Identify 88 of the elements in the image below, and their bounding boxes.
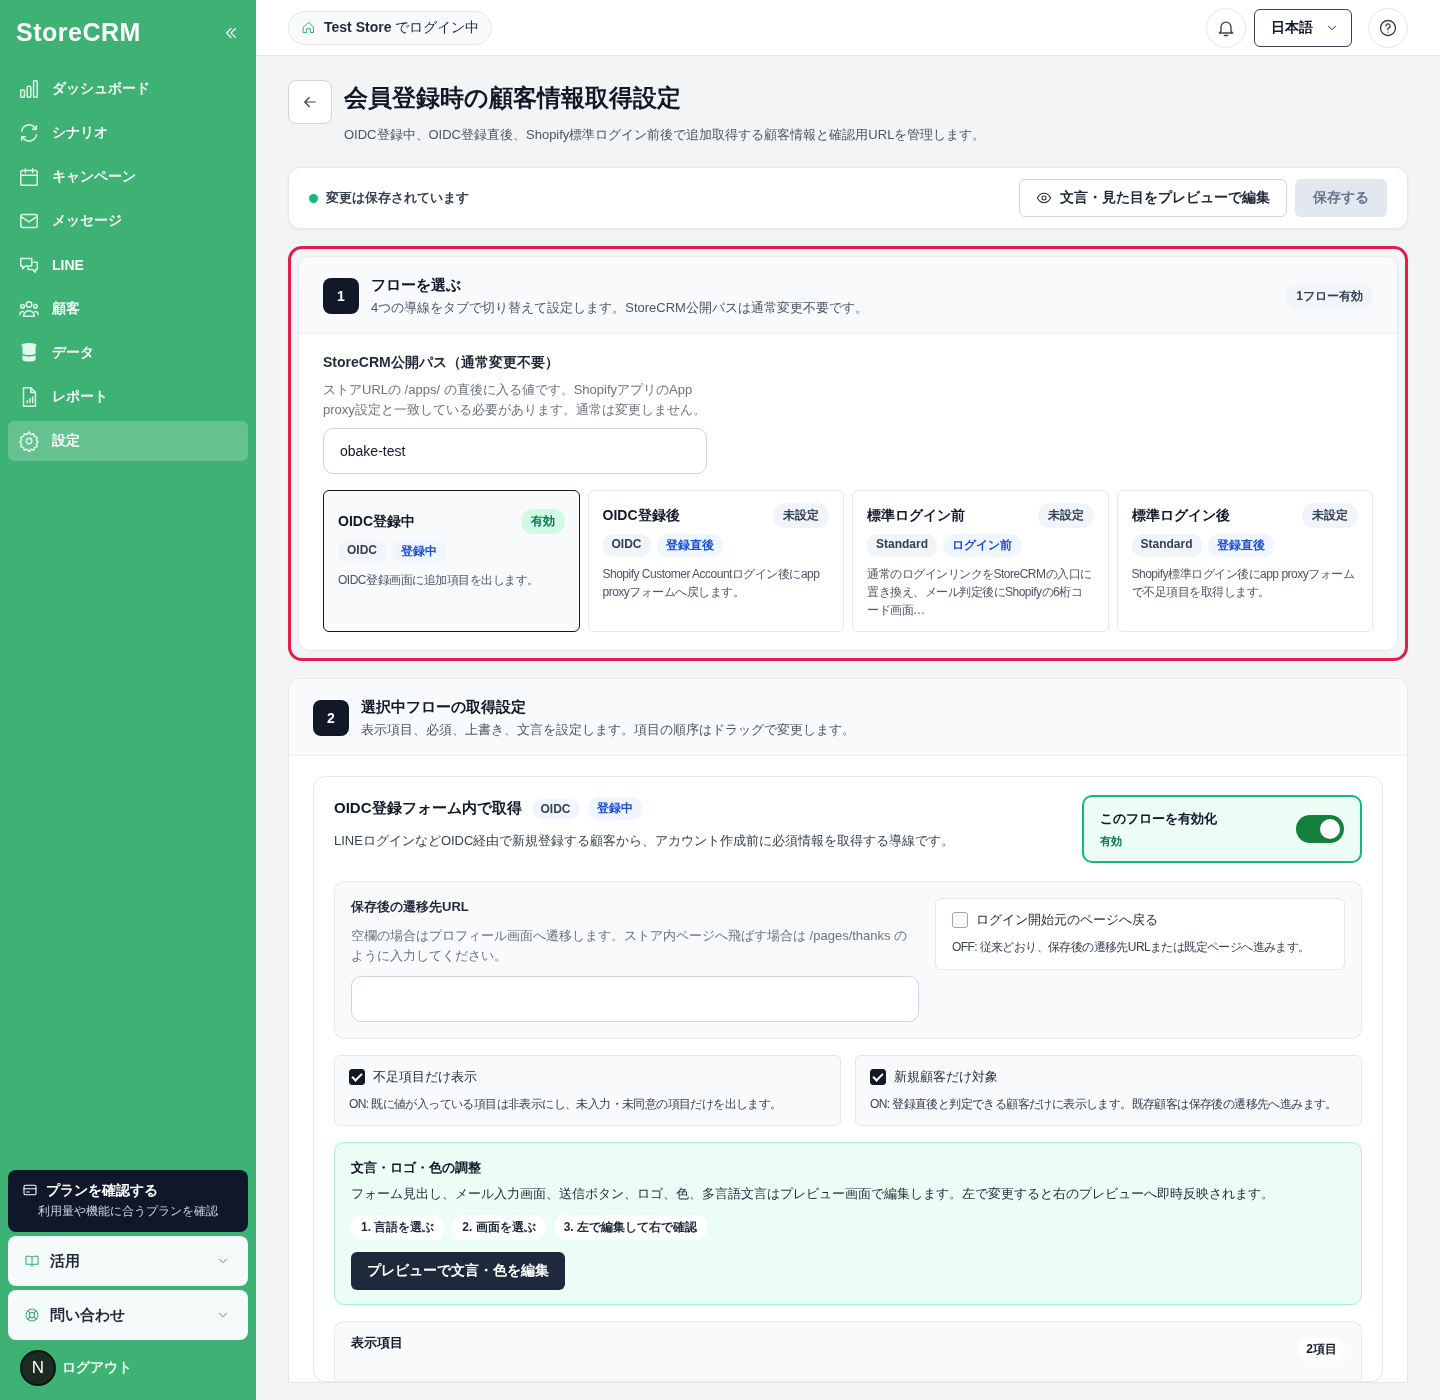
store-login-text: Test Store でログイン中 bbox=[324, 18, 480, 37]
checkbox[interactable] bbox=[952, 912, 968, 928]
flow-status-badge: 未設定 bbox=[1302, 503, 1358, 528]
refresh-icon bbox=[18, 122, 40, 144]
calendar-icon bbox=[18, 166, 40, 188]
flow-status-badge: 未設定 bbox=[1037, 503, 1094, 528]
panel-description: LINEログインなどOIDC経由で新規登録する顧客から、アカウント作成前に必須情報を取得する導線です。 bbox=[334, 832, 956, 850]
users-icon bbox=[18, 298, 40, 320]
panel-description: フォーム見出し、メール入力画面、送信ボタン、ロゴ、色、多言語文言はプレビュー画面で編集します。左で変更すると右のプレビューへ即時反映されます。 bbox=[351, 1185, 1275, 1203]
flow-title: OIDC登録後 bbox=[602, 506, 680, 525]
checkbox[interactable] bbox=[870, 1069, 886, 1085]
option-note: OFF: 従来どおり、保存後の遷移先URLまたは既定ページへ進みます。 bbox=[952, 939, 1311, 956]
step-number: 2 bbox=[313, 700, 349, 736]
toggle-switch[interactable] bbox=[1296, 815, 1344, 843]
toggle-state-text: 有効 bbox=[1100, 833, 1123, 849]
toggle-label: このフローを有効化 bbox=[1100, 809, 1217, 828]
flow-tab-card[interactable]: OIDC登録中 有効 OIDC 登録中 OIDC登録画面に追加項目を出します。 bbox=[323, 490, 580, 632]
tag: OIDC bbox=[602, 534, 651, 557]
book-icon bbox=[24, 1253, 40, 1269]
tag: OIDC bbox=[338, 540, 386, 563]
plan-subtitle: 利用量や機能に合うプランを確認 bbox=[38, 1203, 219, 1220]
flow-tab-card[interactable]: OIDC登録後 未設定 OIDC 登録直後 Shopify Customer Accountログイン後にapp proxyフォームへ戻します。 bbox=[587, 490, 844, 632]
public-path-input[interactable]: obake-test bbox=[323, 428, 707, 474]
status-badge: 1フロー有効 bbox=[1286, 283, 1373, 309]
tag: 登録直後 bbox=[656, 534, 723, 557]
checkbox-label: ログイン開始元のページへ戻る bbox=[976, 911, 1158, 929]
flow-status-badge: 有効 bbox=[520, 509, 565, 534]
user-avatar[interactable]: N bbox=[20, 1350, 56, 1386]
home-icon bbox=[301, 20, 316, 35]
checkbox-label: 不足項目だけ表示 bbox=[373, 1068, 477, 1086]
step-chip: 2. 画面を選ぶ bbox=[452, 1215, 546, 1240]
tag: 登録中 bbox=[587, 797, 642, 820]
flow-status-badge: 未設定 bbox=[773, 503, 829, 528]
preview-edit-button[interactable]: プレビューで文言・色を編集 bbox=[351, 1252, 565, 1290]
plan-card[interactable]: プランを確認する 利用量や機能に合うプランを確認 bbox=[8, 1170, 248, 1232]
panel-title: 表示項目 bbox=[351, 1334, 403, 1352]
field-label: 保存後の遷移先URL bbox=[351, 898, 470, 916]
section-title: フローを選ぶ bbox=[371, 275, 462, 295]
flow-title: OIDC登録中 bbox=[338, 512, 415, 531]
flow-tab-card[interactable]: 標準ログイン前 未設定 Standard ログイン前 通常のログインリンクをStoreCRMの入口に置き換え、メール判定後にShopifyの6桁コード画面… bbox=[852, 490, 1109, 632]
help-button[interactable] bbox=[1368, 7, 1408, 48]
accordion-button[interactable]: 活用 bbox=[8, 1236, 248, 1286]
tag: Standard bbox=[1131, 534, 1202, 557]
flow-description: OIDC登録画面に追加項目を出します。 bbox=[338, 572, 540, 589]
redirect-url-input[interactable] bbox=[351, 976, 919, 1022]
lifebuoy-icon bbox=[24, 1307, 40, 1323]
gear-icon bbox=[18, 430, 40, 452]
tag: OIDC bbox=[531, 798, 580, 819]
tag: ログイン前 bbox=[943, 534, 1021, 557]
step-chip: 3. 左で編集して右で確認 bbox=[553, 1215, 708, 1240]
flow-description: Shopify標準ログイン後にapp proxyフォームで不足項目を取得します。 bbox=[1131, 566, 1356, 601]
panel-title: 文言・ロゴ・色の調整 bbox=[351, 1159, 482, 1177]
option-note: ON: 登録直後と判定できる顧客だけに表示します。既存顧客は保存後の遷移先へ進みます。 bbox=[870, 1096, 1338, 1113]
checkbox[interactable] bbox=[349, 1069, 365, 1085]
tag: 登録直後 bbox=[1207, 534, 1274, 557]
panel-title: OIDC登録フォーム内で取得 bbox=[334, 799, 522, 818]
count-badge: 2項目 bbox=[1298, 1338, 1345, 1361]
page-subtitle: OIDC登録中、OIDC登録直後、Shopify標準ログイン前後で追加取得する顧客情報と確認用URLを管理します。 bbox=[344, 126, 987, 144]
section-subtitle: 表示項目、必須、上書き、文言を設定します。項目の順序はドラッグで変更します。 bbox=[361, 721, 856, 739]
section-title: 選択中フローの取得設定 bbox=[361, 697, 527, 717]
step-number: 1 bbox=[323, 278, 359, 314]
flow-description: Shopify Customer Accountログイン後にapp proxyフォームへ戻します。 bbox=[602, 566, 821, 601]
flow-title: 標準ログイン前 bbox=[867, 506, 965, 525]
accordion-button[interactable]: 問い合わせ bbox=[8, 1290, 248, 1340]
field-help-text: 空欄の場合はプロフィール画面へ遷移します。ストア内ページへ飛ばす場合は /pages/thanks のように入力してください。 bbox=[351, 927, 909, 965]
tag: 登録中 bbox=[392, 540, 446, 563]
field-label: StoreCRM公開パス（通常変更不要） bbox=[323, 354, 560, 372]
preview-edit-button[interactable]: 文言・見た目をプレビューで編集 bbox=[1019, 179, 1287, 217]
help-icon bbox=[1378, 17, 1398, 38]
option-note: ON: 既に値が入っている項目は非表示にし、未入力・未同意の項目だけを出します。 bbox=[349, 1096, 783, 1113]
language-select[interactable]: 日本語 bbox=[1254, 8, 1352, 47]
app-logo: StoreCRM bbox=[16, 18, 141, 47]
eye-icon bbox=[1036, 190, 1052, 206]
database-icon bbox=[18, 342, 40, 364]
notification-button[interactable] bbox=[1206, 7, 1246, 48]
page-title: 会員登録時の顧客情報取得設定 bbox=[344, 83, 682, 113]
flow-title: 標準ログイン後 bbox=[1131, 506, 1230, 525]
flow-tab-card[interactable]: 標準ログイン後 未設定 Standard 登録直後 Shopify標準ログイン後にapp proxyフォームで不足項目を取得します。 bbox=[1116, 490, 1373, 632]
card-icon bbox=[22, 1182, 38, 1198]
plan-title: プランを確認する bbox=[46, 1182, 159, 1200]
tag: Standard bbox=[867, 534, 937, 557]
save-status: 変更は保存されています bbox=[326, 189, 470, 207]
flow-description: 通常のログインリンクをStoreCRMの入口に置き換え、メール判定後にShopifyの6桁コード画面… bbox=[867, 566, 1093, 619]
section-subtitle: 4つの導線をタブで切り替えて設定します。StoreCRM公開パスは通常変更不要です。 bbox=[371, 299, 869, 317]
field-help-text: ストアURLの /apps/ の直後に入る値です。ShopifyアプリのApp proxy設定と一致している必要があります。通常は変更しません。 bbox=[323, 381, 707, 419]
checkbox-label: 新規顧客だけ対象 bbox=[894, 1068, 998, 1086]
step-chip: 1. 言語を選ぶ bbox=[351, 1215, 445, 1240]
bar-chart-icon bbox=[18, 78, 40, 100]
